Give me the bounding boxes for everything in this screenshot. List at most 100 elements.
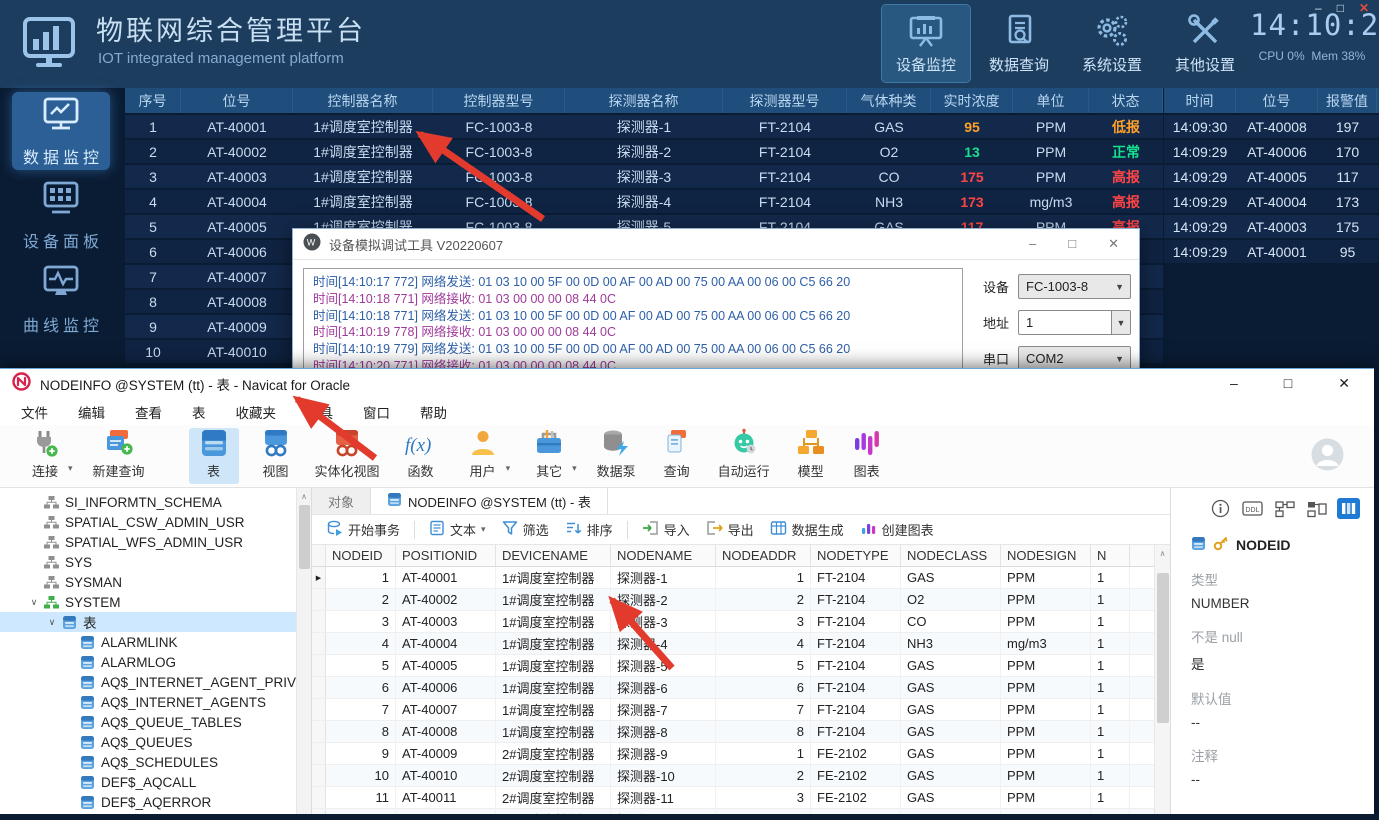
grid-row[interactable]: 2AT-400021#调度室控制器探测器-22FT-2104O2PPM1: [312, 589, 1170, 611]
menu-tools[interactable]: 工具: [291, 402, 348, 422]
grid-column-header[interactable]: N: [1091, 545, 1130, 566]
grid-cell[interactable]: PPM: [1001, 567, 1091, 588]
grid-toolbar-export[interactable]: 导出: [699, 518, 761, 542]
menu-table[interactable]: 表: [177, 402, 221, 422]
grid-cell[interactable]: 6: [326, 677, 396, 698]
grid-cell[interactable]: 探测器-6: [611, 677, 716, 698]
dropdown-button[interactable]: ▼: [1111, 311, 1130, 334]
grid-cell[interactable]: 4: [326, 633, 396, 654]
grid-cell[interactable]: PPM: [1001, 699, 1091, 720]
grid-cell[interactable]: FT-2104: [811, 633, 901, 654]
grid-cell[interactable]: 5: [326, 655, 396, 676]
info-circle-icon[interactable]: [1209, 498, 1232, 519]
grid-cell[interactable]: CO: [901, 611, 1001, 632]
sidebar-item-device-panel[interactable]: 设备面板: [12, 176, 110, 254]
minimize-button[interactable]: –: [1230, 375, 1238, 392]
table-row[interactable]: 3AT-400031#调度室控制器FC-1003-8探测器-3FT-2104CO…: [125, 165, 1163, 190]
minimize-button[interactable]: –: [1315, 1, 1322, 15]
grid-cell[interactable]: 1#调度室控制器: [496, 699, 611, 720]
navicat-title-bar[interactable]: NODEINFO @SYSTEM (tt) - 表 - Navicat for …: [0, 369, 1374, 398]
tree-item[interactable]: AQ$_INTERNET_AGENT_PRIVS: [0, 672, 311, 692]
grid-cell[interactable]: 探测器-10: [611, 765, 716, 786]
grid-row[interactable]: 7AT-400071#调度室控制器探测器-77FT-2104GASPPM1: [312, 699, 1170, 721]
grid-cell[interactable]: 1: [1091, 655, 1130, 676]
grid-cell[interactable]: PPM: [1001, 743, 1091, 764]
debug-log-area[interactable]: 时间[14:10:17 772] 网络发送: 01 03 10 00 5F 00…: [303, 268, 963, 369]
alarm-row[interactable]: 14:09:29AT-40004173: [1164, 190, 1379, 215]
grid-cell[interactable]: 1: [1091, 589, 1130, 610]
grid-toolbar-sort[interactable]: 排序: [558, 518, 620, 542]
ddl-icon[interactable]: DDL: [1241, 498, 1264, 519]
toolbar-button-new-query[interactable]: 新建查询: [83, 428, 155, 484]
tree-item[interactable]: SPATIAL_WFS_ADMIN_USR: [0, 532, 311, 552]
nav-item-data-query[interactable]: 数据查询: [975, 5, 1063, 82]
table-row[interactable]: 2AT-400021#调度室控制器FC-1003-8探测器-2FT-2104O2…: [125, 140, 1163, 165]
toolbar-button-data-pump[interactable]: 数据泵: [587, 428, 646, 484]
grid-cell[interactable]: AT-40002: [396, 589, 496, 610]
close-button[interactable]: ✕: [1338, 375, 1350, 392]
grid-column-header[interactable]: NODEID: [326, 545, 396, 566]
grid-cell[interactable]: NH3: [901, 633, 1001, 654]
grid-cell[interactable]: AT-40007: [396, 699, 496, 720]
table-row[interactable]: 1AT-400011#调度室控制器FC-1003-8探测器-1FT-2104GA…: [125, 115, 1163, 140]
grid-cell[interactable]: 1: [1091, 765, 1130, 786]
grid-cell[interactable]: FT-2104: [811, 677, 901, 698]
grid-column-header[interactable]: NODESIGN: [1001, 545, 1091, 566]
grid-row[interactable]: 10AT-400102#调度室控制器探测器-102FE-2102GASPPM1: [312, 765, 1170, 787]
alarm-row[interactable]: 14:09:29AT-40003175: [1164, 215, 1379, 240]
grid-cell[interactable]: FT-2104: [811, 611, 901, 632]
sidebar-item-data-monitoring[interactable]: 数据监控: [12, 92, 110, 170]
grid-cell[interactable]: FE-2102: [811, 765, 901, 786]
grid-cell[interactable]: GAS: [901, 699, 1001, 720]
scrollbar-thumb[interactable]: [1157, 573, 1169, 723]
alarm-row[interactable]: 14:09:29AT-4000195: [1164, 240, 1379, 265]
grid-cell[interactable]: FT-2104: [811, 721, 901, 742]
grid-cell[interactable]: FT-2104: [811, 699, 901, 720]
grid-cell[interactable]: 1#调度室控制器: [496, 633, 611, 654]
grid-cell[interactable]: 1#调度室控制器: [496, 677, 611, 698]
scroll-up-icon[interactable]: ∧: [1155, 545, 1170, 558]
grid-cell[interactable]: 探测器-5: [611, 655, 716, 676]
scrollbar-thumb[interactable]: [299, 505, 310, 569]
grid-cell[interactable]: 1: [1091, 567, 1130, 588]
grid-cell[interactable]: PPM: [1001, 787, 1091, 808]
tree-item[interactable]: ALARMLINK: [0, 632, 311, 652]
grid-cell[interactable]: 11: [326, 787, 396, 808]
grid-cell[interactable]: 1: [326, 567, 396, 588]
grid-cell[interactable]: 1: [1091, 611, 1130, 632]
tree-item[interactable]: ∨表: [0, 612, 311, 632]
user-avatar[interactable]: [1311, 438, 1344, 471]
chevron-down-icon[interactable]: ▾: [572, 463, 577, 474]
grid-cell[interactable]: 2: [716, 765, 811, 786]
grid-row[interactable]: 3AT-400031#调度室控制器探测器-33FT-2104COPPM1: [312, 611, 1170, 633]
grid-cell[interactable]: 9: [326, 743, 396, 764]
sidebar-item-curve-monitoring[interactable]: 曲线监控: [12, 260, 110, 338]
minimize-button[interactable]: –: [1029, 236, 1036, 252]
debug-title-bar[interactable]: W 设备模拟调试工具 V20220607 – □ ✕: [293, 229, 1139, 260]
grid-row[interactable]: 8AT-400081#调度室控制器探测器-88FT-2104GASPPM1: [312, 721, 1170, 743]
grid-cell[interactable]: FE-2102: [811, 743, 901, 764]
grid-cell[interactable]: FT-2104: [811, 655, 901, 676]
grid-cell[interactable]: 3: [716, 611, 811, 632]
grid-cell[interactable]: 3: [716, 787, 811, 808]
grid-cell[interactable]: GAS: [901, 677, 1001, 698]
nav-item-other-settings[interactable]: 其他设置: [1161, 5, 1249, 82]
grid-cell[interactable]: 探测器-2: [611, 589, 716, 610]
grid-toolbar-create-chart[interactable]: 创建图表: [853, 518, 941, 542]
grid-cell[interactable]: 2#调度室控制器: [496, 765, 611, 786]
maximize-button[interactable]: □: [1284, 375, 1292, 392]
grid-cell[interactable]: 2#调度室控制器: [496, 787, 611, 808]
grid-cell[interactable]: 7: [326, 699, 396, 720]
grid-cell[interactable]: AT-40010: [396, 765, 496, 786]
tab-table-data[interactable]: NODEINFO @SYSTEM (tt) - 表: [371, 488, 608, 514]
tree-item[interactable]: AQ$_INTERNET_AGENTS: [0, 692, 311, 712]
grid-row[interactable]: 9AT-400092#调度室控制器探测器-91FE-2102GASPPM1: [312, 743, 1170, 765]
grid-cell[interactable]: 1#调度室控制器: [496, 589, 611, 610]
maximize-button[interactable]: □: [1337, 1, 1344, 15]
grid-cell[interactable]: 2: [716, 589, 811, 610]
grid-toolbar-text[interactable]: 文本▾: [422, 518, 493, 542]
grid-toolbar-data-generation[interactable]: 数据生成: [763, 518, 851, 542]
tab-objects[interactable]: 对象: [312, 488, 371, 514]
tree-item[interactable]: AQ$_QUEUES: [0, 732, 311, 752]
grid-cell[interactable]: 5: [716, 655, 811, 676]
